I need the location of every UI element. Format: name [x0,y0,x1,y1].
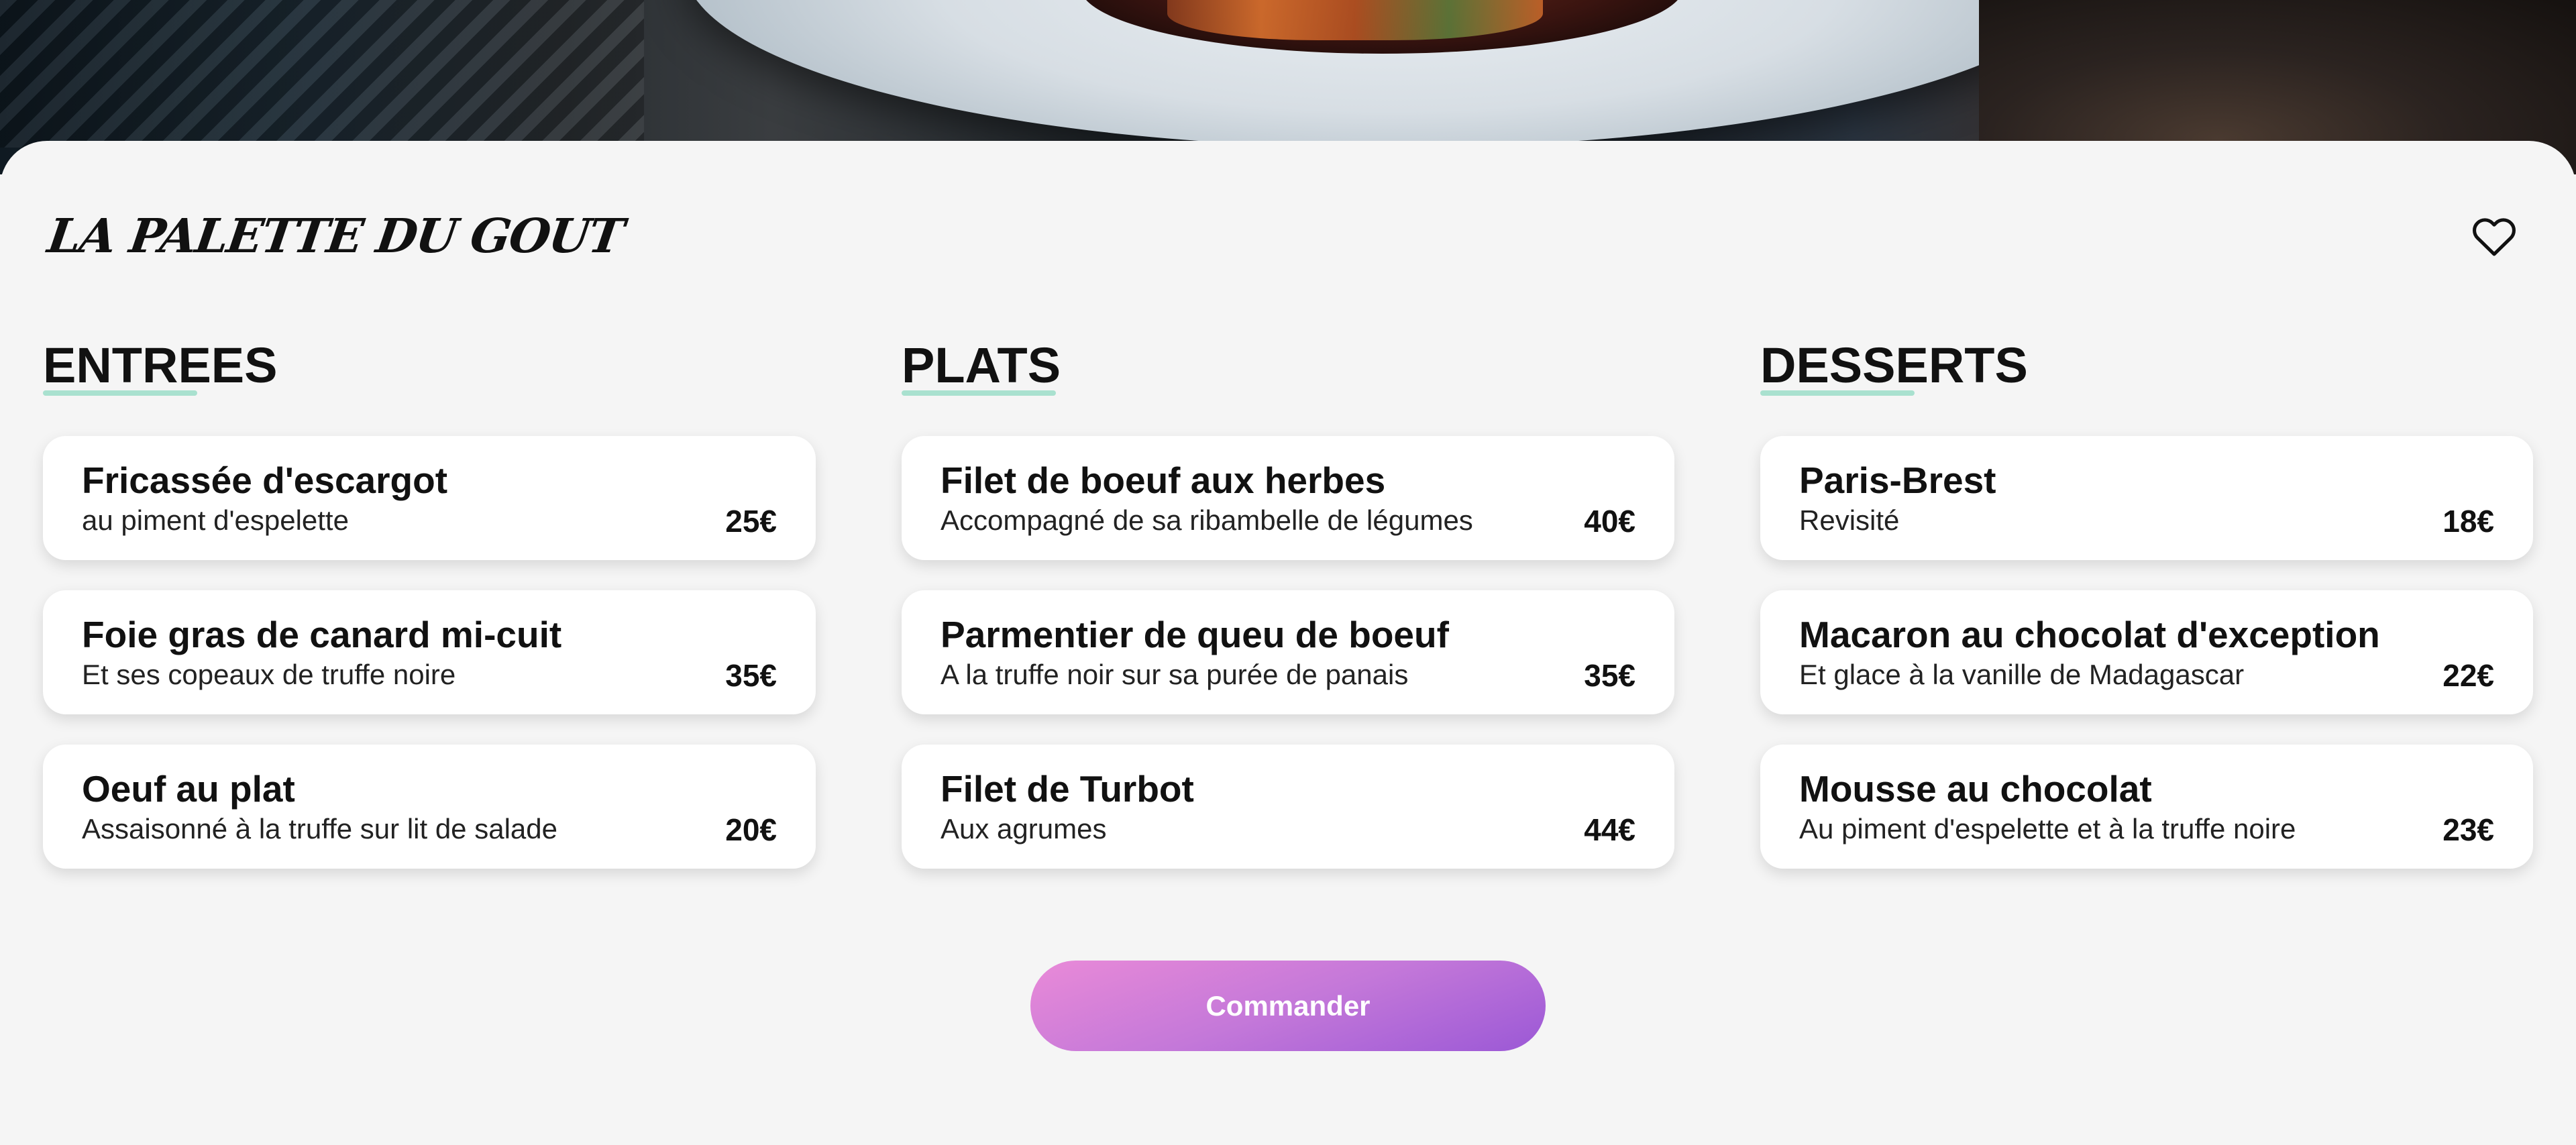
section-title: ENTREES [43,337,278,393]
menu-item-card[interactable]: Filet de Turbot Aux agrumes 44€ [902,745,1674,869]
menu-item-name: Fricassée d'escargot [82,459,448,501]
menu-item-name: Macaron au chocolat d'exception [1799,614,2380,655]
section-plats: PLATS Filet de boeuf aux herbes Accompag… [902,335,1674,899]
menu-item-card[interactable]: Mousse au chocolat Au piment d'espelette… [1760,745,2533,869]
menu-item-card[interactable]: Paris-Brest Revisité 18€ [1760,436,2533,560]
order-button[interactable]: Commander [1030,961,1546,1051]
section-desserts: DESSERTS Paris-Brest Revisité 18€ Macaro… [1760,335,2533,899]
menu-item-description: Accompagné de sa ribambelle de légumes [941,504,1473,536]
menu-item-description: A la truffe noir sur sa purée de panais [941,659,1409,690]
menu-item-card[interactable]: Oeuf au plat Assaisonné à la truffe sur … [43,745,816,869]
menu-item-price: 20€ [725,812,777,847]
menu-item-card[interactable]: Foie gras de canard mi-cuit Et ses copea… [43,590,816,714]
heart-outline-icon[interactable] [2469,211,2520,262]
menu-item-description: Revisité [1799,504,1900,536]
menu-item-name: Paris-Brest [1799,459,1996,501]
menu-item-name: Filet de boeuf aux herbes [941,459,1386,501]
restaurant-logo: LA PALETTE DU GOUT [44,208,627,264]
menu-item-price: 22€ [2443,658,2494,693]
menu-item-card[interactable]: Parmentier de queu de boeuf A la truffe … [902,590,1674,714]
menu-item-price: 35€ [725,658,777,693]
menu-item-price: 23€ [2443,812,2494,847]
menu-item-description: Et ses copeaux de truffe noire [82,659,456,690]
menu-item-card[interactable]: Filet de boeuf aux herbes Accompagné de … [902,436,1674,560]
section-title: PLATS [902,337,1061,393]
menu-item-description: Aux agrumes [941,813,1107,844]
menu-item-description: Au piment d'espelette et à la truffe noi… [1799,813,2296,844]
dish-image-area [1167,0,1543,40]
menu-item-price: 44€ [1584,812,1635,847]
menu-item-price: 25€ [725,504,777,539]
menu-item-name: Filet de Turbot [941,768,1194,810]
menu-item-name: Parmentier de queu de boeuf [941,614,1449,655]
menu-item-card[interactable]: Fricassée d'escargot au piment d'espelet… [43,436,816,560]
section-title: DESSERTS [1760,337,2028,393]
menu-item-price: 18€ [2443,504,2494,539]
menu-item-card[interactable]: Macaron au chocolat d'exception Et glace… [1760,590,2533,714]
menu-item-name: Oeuf au plat [82,768,295,810]
menu-item-name: Foie gras de canard mi-cuit [82,614,562,655]
menu-item-description: Et glace à la vanille de Madagascar [1799,659,2245,690]
menu-item-description: au piment d'espelette [82,504,349,536]
section-entrees: ENTREES Fricassée d'escargot au piment d… [43,335,816,899]
menu-sheet: LA PALETTE DU GOUT ENTREES Fricassée d'e… [0,141,2576,1145]
menu-item-name: Mousse au chocolat [1799,768,2152,810]
menu-item-price: 35€ [1584,658,1635,693]
menu-item-price: 40€ [1584,504,1635,539]
bread-basket-image-area [0,0,644,148]
menu-item-description: Assaisonné à la truffe sur lit de salade [82,813,557,844]
